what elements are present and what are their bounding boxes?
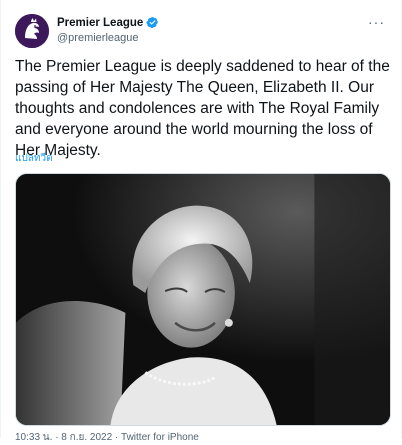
translate-tweet-link[interactable]: แปลทวีต bbox=[15, 151, 53, 166]
tweet-photo[interactable] bbox=[15, 173, 391, 426]
premier-league-lion-icon bbox=[15, 14, 49, 48]
avatar[interactable] bbox=[15, 14, 49, 48]
tweet-card: Premier League @premierleague ··· The Pr… bbox=[0, 0, 402, 443]
more-options-icon[interactable]: ··· bbox=[368, 14, 385, 30]
verified-badge-icon bbox=[146, 16, 159, 29]
author-handle[interactable]: @premierleague bbox=[57, 32, 139, 44]
author-name[interactable]: Premier League bbox=[57, 17, 143, 29]
author-name-row[interactable]: Premier League bbox=[57, 16, 159, 29]
portrait-photo-image bbox=[16, 174, 390, 425]
tweet-text: The Premier League is deeply saddened to… bbox=[15, 58, 390, 159]
